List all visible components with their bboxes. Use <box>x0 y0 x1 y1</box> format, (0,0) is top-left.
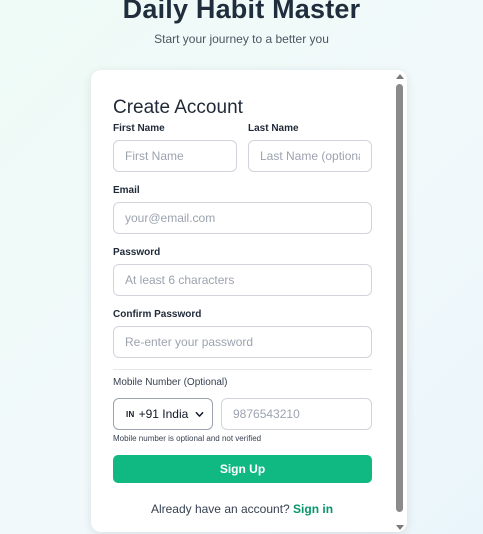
chevron-down-icon <box>195 411 204 417</box>
card-scrollbar[interactable] <box>393 70 407 532</box>
email-input[interactable] <box>113 202 372 234</box>
mobile-label: Mobile Number (Optional) <box>113 377 228 388</box>
scroll-down-arrow-icon[interactable] <box>396 525 404 530</box>
country-code-select[interactable]: IN +91 India <box>113 398 213 430</box>
app-title: Daily Habit Master <box>122 0 361 24</box>
scroll-up-arrow-icon[interactable] <box>396 74 404 79</box>
signin-prompt-text: Already have an account? <box>150 502 294 516</box>
signup-card: Create Account First Name Last Name Emai… <box>91 70 407 532</box>
form-title: Create Account <box>113 97 243 118</box>
last-name-input[interactable] <box>248 140 372 172</box>
india-flag-icon: IN <box>126 409 135 419</box>
sign-up-button[interactable]: Sign Up <box>113 455 372 483</box>
password-input[interactable] <box>113 264 372 296</box>
email-label: Email <box>113 185 140 196</box>
section-divider <box>113 369 372 370</box>
sign-in-link[interactable]: Sign in <box>293 502 333 516</box>
first-name-input[interactable] <box>113 140 237 172</box>
last-name-label: Last Name <box>248 123 299 134</box>
scroll-thumb[interactable] <box>396 84 403 512</box>
country-code-value: +91 India <box>138 407 189 421</box>
confirm-password-input[interactable] <box>113 326 372 358</box>
mobile-hint: Mobile number is optional and not verifi… <box>113 434 262 443</box>
mobile-input[interactable] <box>221 398 372 430</box>
confirm-password-label: Confirm Password <box>113 309 202 320</box>
app-subtitle: Start your journey to a better you <box>154 32 329 46</box>
first-name-label: First Name <box>113 123 165 134</box>
password-label: Password <box>113 247 161 258</box>
signin-prompt: Already have an account? Sign in <box>91 502 393 516</box>
